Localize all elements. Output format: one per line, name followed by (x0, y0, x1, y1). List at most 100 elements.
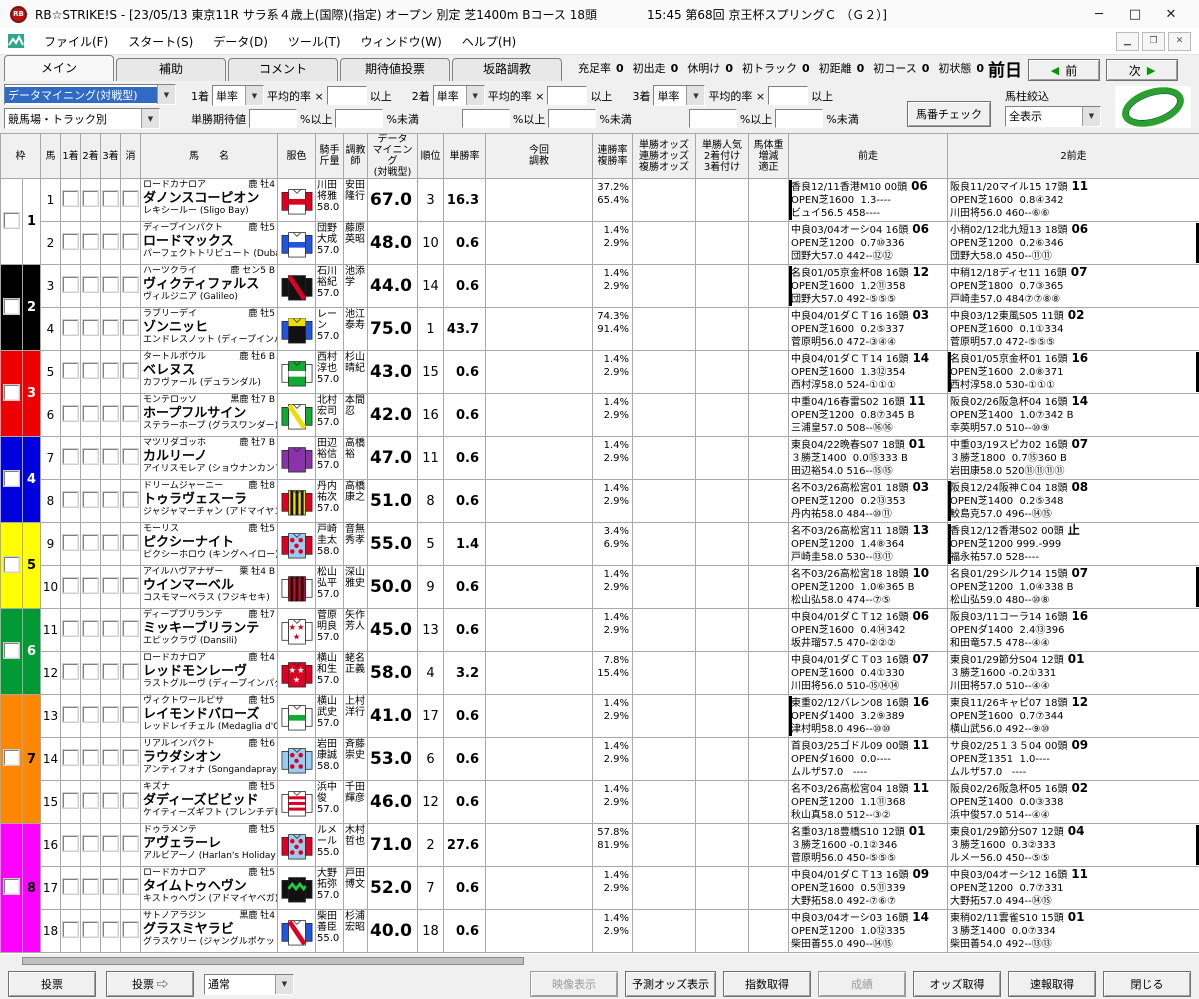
mark-erase-cell[interactable] (120, 737, 141, 781)
mark-2nd-checkbox[interactable] (83, 621, 98, 636)
mark-2nd-cell[interactable] (80, 307, 101, 351)
mark-erase-cell[interactable] (120, 780, 141, 824)
mark-1st-cell[interactable] (60, 393, 81, 437)
mark-2nd-cell[interactable] (80, 479, 101, 523)
pct-max-input[interactable] (335, 109, 384, 128)
mark-3rd-checkbox[interactable] (103, 879, 118, 894)
mark-1st-checkbox[interactable] (63, 277, 78, 292)
avg-multiplier-input[interactable] (326, 86, 367, 105)
maximize-icon[interactable]: □ (1117, 7, 1153, 22)
waku-checkbox[interactable] (4, 556, 19, 572)
mark-1st-cell[interactable] (60, 737, 81, 781)
mark-2nd-checkbox[interactable] (83, 234, 98, 249)
mark-3rd-cell[interactable] (100, 178, 121, 222)
mark-2nd-checkbox[interactable] (83, 836, 98, 851)
scrollbar-thumb[interactable] (22, 957, 524, 965)
mark-2nd-cell[interactable] (80, 909, 101, 953)
mark-2nd-checkbox[interactable] (83, 363, 98, 378)
mark-1st-cell[interactable] (60, 350, 81, 394)
mark-erase-checkbox[interactable] (123, 449, 138, 464)
mark-3rd-checkbox[interactable] (103, 707, 118, 722)
mark-erase-checkbox[interactable] (123, 621, 138, 636)
mark-erase-checkbox[interactable] (123, 492, 138, 507)
waku-checkbox-cell[interactable] (0, 522, 23, 609)
mark-3rd-checkbox[interactable] (103, 363, 118, 378)
mark-erase-checkbox[interactable] (123, 578, 138, 593)
mdi-minimize-icon[interactable]: ▁ (1116, 31, 1139, 51)
mark-erase-checkbox[interactable] (123, 836, 138, 851)
mark-1st-checkbox[interactable] (63, 449, 78, 464)
horizontal-scrollbar[interactable] (0, 953, 1199, 966)
mark-2nd-cell[interactable] (80, 780, 101, 824)
waku-checkbox-cell[interactable] (0, 823, 23, 953)
mark-3rd-cell[interactable] (100, 909, 121, 953)
mark-3rd-checkbox[interactable] (103, 836, 118, 851)
vote-button[interactable]: 投票 (8, 971, 96, 997)
column-filter-select[interactable]: 全表示 ▼ (1005, 105, 1101, 127)
waku-checkbox[interactable] (4, 384, 19, 400)
waku-checkbox[interactable] (4, 750, 19, 765)
mark-2nd-cell[interactable] (80, 522, 101, 566)
prev-race-button[interactable]: ◀ 前 (1028, 59, 1101, 81)
mark-2nd-checkbox[interactable] (83, 879, 98, 894)
mark-2nd-checkbox[interactable] (83, 578, 98, 593)
mark-3rd-cell[interactable] (100, 565, 121, 609)
mark-2nd-checkbox[interactable] (83, 922, 98, 937)
tab-3[interactable]: 期待値投票 (340, 58, 450, 81)
menu-window[interactable]: ウィンドウ(W) (361, 33, 442, 50)
action-button-指数取得[interactable]: 指数取得 (723, 971, 811, 997)
mark-1st-cell[interactable] (60, 479, 81, 523)
mark-3rd-checkbox[interactable] (103, 793, 118, 808)
mark-1st-cell[interactable] (60, 264, 81, 308)
minimize-icon[interactable]: ─ (1081, 7, 1117, 22)
mdi-close-icon[interactable]: ✕ (1168, 31, 1191, 51)
action-button-速報取得[interactable]: 速報取得 (1008, 971, 1096, 997)
mark-3rd-cell[interactable] (100, 651, 121, 695)
mark-3rd-cell[interactable] (100, 608, 121, 652)
avg-multiplier-input[interactable] (547, 86, 588, 105)
mark-1st-checkbox[interactable] (63, 535, 78, 550)
waku-checkbox-cell[interactable] (0, 178, 23, 265)
mark-1st-checkbox[interactable] (63, 621, 78, 636)
mark-erase-checkbox[interactable] (123, 793, 138, 808)
waku-checkbox-cell[interactable] (0, 264, 23, 351)
pct-max-input[interactable] (775, 109, 824, 128)
mark-erase-checkbox[interactable] (123, 750, 138, 765)
mark-3rd-cell[interactable] (100, 522, 121, 566)
pct-min-input[interactable] (461, 109, 510, 128)
mark-2nd-checkbox[interactable] (83, 535, 98, 550)
mark-1st-checkbox[interactable] (63, 922, 78, 937)
rate-type-select[interactable]: 単率 ▼ (653, 85, 706, 106)
mark-erase-checkbox[interactable] (123, 535, 138, 550)
mark-2nd-cell[interactable] (80, 178, 101, 222)
tab-4[interactable]: 坂路調教 (452, 58, 562, 81)
mark-erase-cell[interactable] (120, 221, 141, 265)
rate-type-select[interactable]: 単率 ▼ (432, 85, 485, 106)
mark-2nd-cell[interactable] (80, 264, 101, 308)
tab-0[interactable]: メイン (4, 55, 114, 81)
mark-erase-checkbox[interactable] (123, 707, 138, 722)
close-icon[interactable]: ✕ (1153, 7, 1189, 22)
mark-1st-cell[interactable] (60, 651, 81, 695)
mark-1st-cell[interactable] (60, 178, 81, 222)
mark-3rd-cell[interactable] (100, 307, 121, 351)
mark-1st-checkbox[interactable] (63, 707, 78, 722)
mark-2nd-checkbox[interactable] (83, 277, 98, 292)
mark-erase-checkbox[interactable] (123, 363, 138, 378)
mark-3rd-checkbox[interactable] (103, 578, 118, 593)
mark-erase-cell[interactable] (120, 436, 141, 480)
waku-checkbox-cell[interactable] (0, 608, 23, 695)
mark-1st-checkbox[interactable] (63, 234, 78, 249)
mark-1st-cell[interactable] (60, 780, 81, 824)
mark-3rd-cell[interactable] (100, 221, 121, 265)
mark-erase-checkbox[interactable] (123, 320, 138, 335)
mark-2nd-checkbox[interactable] (83, 664, 98, 679)
vote-arrow-button[interactable]: 投票 ⇨ (106, 971, 194, 997)
mark-1st-checkbox[interactable] (63, 492, 78, 507)
mark-1st-checkbox[interactable] (63, 191, 78, 206)
mark-2nd-checkbox[interactable] (83, 793, 98, 808)
waku-checkbox-cell[interactable] (0, 350, 23, 437)
mark-3rd-checkbox[interactable] (103, 406, 118, 421)
mark-erase-cell[interactable] (120, 651, 141, 695)
mark-1st-checkbox[interactable] (63, 406, 78, 421)
